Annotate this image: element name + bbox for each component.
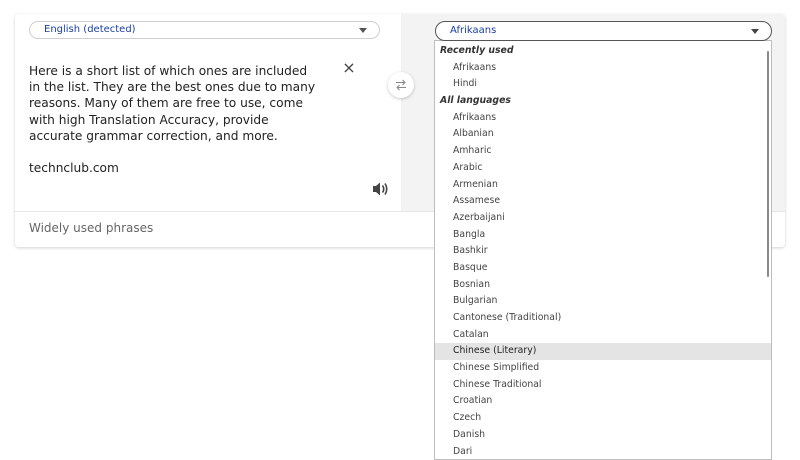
- language-option[interactable]: Cantonese (Traditional): [435, 310, 771, 327]
- language-option[interactable]: Chinese Traditional: [435, 377, 771, 394]
- language-option[interactable]: Bashkir: [435, 243, 771, 260]
- dropdown-section-header: All languages: [435, 93, 771, 110]
- swap-languages-button[interactable]: [388, 72, 414, 98]
- language-option[interactable]: Bulgarian: [435, 293, 771, 310]
- speaker-icon: [370, 180, 390, 198]
- language-option[interactable]: Czech: [435, 410, 771, 427]
- source-text-input[interactable]: Here is a short list of which ones are i…: [29, 63, 319, 176]
- language-list: Recently usedAfrikaansHindiAll languages…: [435, 43, 771, 460]
- source-language-select[interactable]: English (detected): [29, 21, 380, 39]
- language-option[interactable]: Arabic: [435, 160, 771, 177]
- language-option[interactable]: Croatian: [435, 393, 771, 410]
- language-option[interactable]: Albanian: [435, 126, 771, 143]
- dropdown-section-header: Recently used: [435, 43, 771, 60]
- speaker-button[interactable]: [370, 180, 390, 198]
- language-option[interactable]: Armenian: [435, 177, 771, 194]
- swap-icon: [395, 79, 407, 91]
- source-pane: English (detected) Here is a short list …: [15, 14, 401, 211]
- language-option[interactable]: Afrikaans: [435, 60, 771, 77]
- language-option[interactable]: Bosnian: [435, 277, 771, 294]
- language-option[interactable]: Chinese Simplified: [435, 360, 771, 377]
- source-language-label: English (detected): [44, 24, 136, 35]
- chevron-down-icon: [751, 29, 759, 34]
- language-option[interactable]: Catalan: [435, 327, 771, 344]
- target-language-select[interactable]: Afrikaans: [435, 21, 772, 41]
- language-option[interactable]: Chinese (Literary): [435, 343, 771, 360]
- language-option[interactable]: Afrikaans: [435, 110, 771, 127]
- language-option[interactable]: Danish: [435, 427, 771, 444]
- language-option[interactable]: Dari: [435, 444, 771, 460]
- scrollbar-thumb[interactable]: [767, 51, 769, 277]
- language-dropdown[interactable]: Recently usedAfrikaansHindiAll languages…: [434, 40, 772, 460]
- chevron-down-icon: [359, 28, 367, 33]
- language-option[interactable]: Basque: [435, 260, 771, 277]
- language-option[interactable]: Hindi: [435, 76, 771, 93]
- language-option[interactable]: Assamese: [435, 193, 771, 210]
- language-option[interactable]: Azerbaijani: [435, 210, 771, 227]
- close-icon: ×: [342, 58, 355, 77]
- widely-used-phrases-label: Widely used phrases: [29, 221, 153, 235]
- language-option[interactable]: Amharic: [435, 143, 771, 160]
- clear-button[interactable]: ×: [341, 60, 357, 76]
- language-option[interactable]: Bangla: [435, 227, 771, 244]
- target-language-label: Afrikaans: [450, 25, 496, 36]
